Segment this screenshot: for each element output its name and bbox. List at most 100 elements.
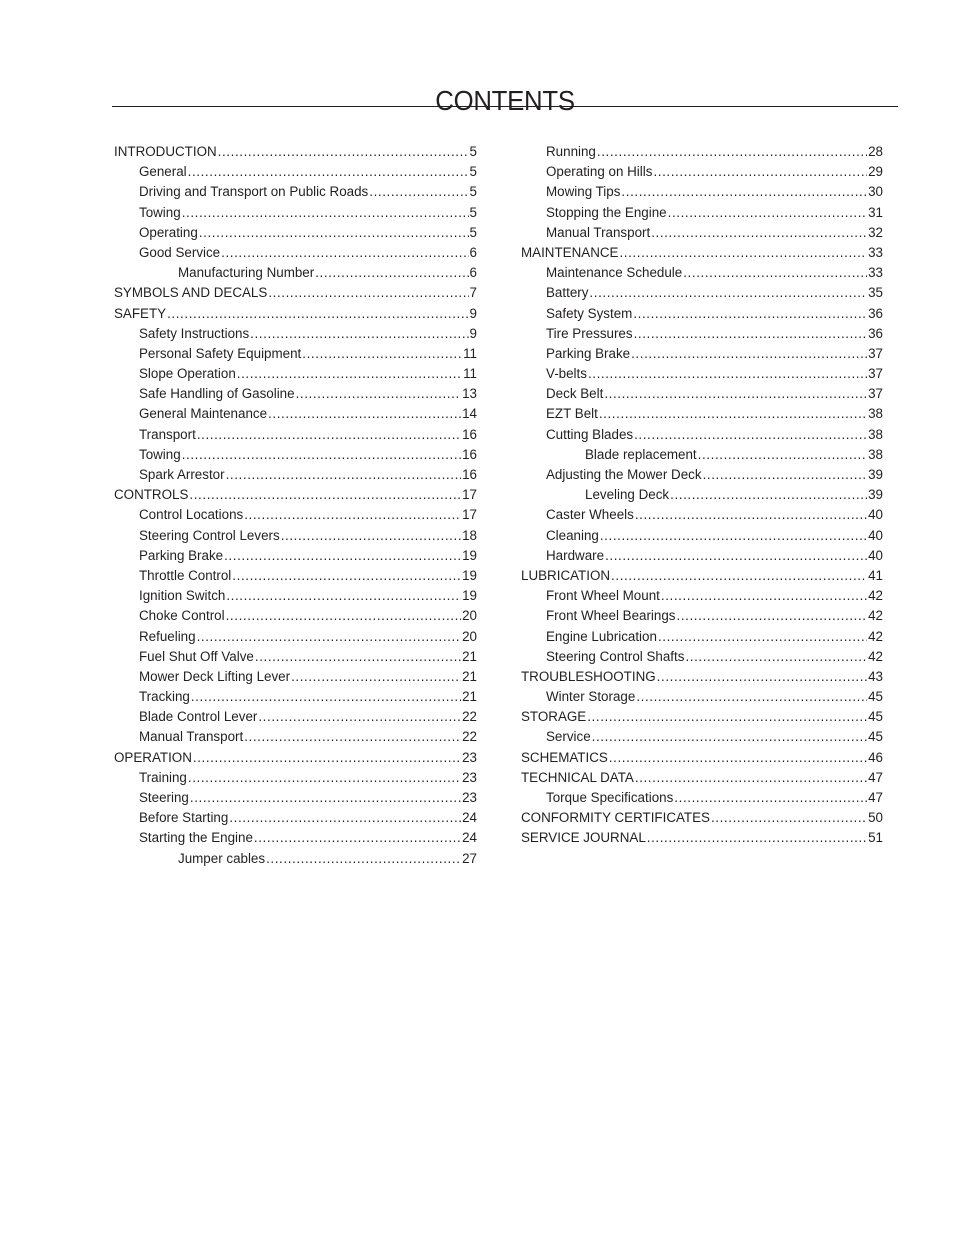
dot-leader	[651, 223, 867, 243]
toc-subsection-entry[interactable]: Blade Control Lever 22	[114, 707, 477, 727]
toc-subsection-entry[interactable]: Safety Instructions 9	[114, 324, 477, 344]
dot-leader	[634, 425, 867, 445]
toc-section-entry[interactable]: CONTROLS 17	[114, 485, 477, 505]
dot-leader	[255, 647, 461, 667]
toc-subsection-entry[interactable]: Jumper cables 27	[114, 849, 477, 869]
toc-subsection-entry[interactable]: Operating on Hills 29	[521, 162, 883, 182]
toc-subsection-entry[interactable]: Deck Belt 37	[521, 384, 883, 404]
toc-subsection-entry[interactable]: Manual Transport 32	[521, 223, 883, 243]
toc-subsection-entry[interactable]: Safe Handling of Gasoline 13	[114, 384, 477, 404]
toc-subsection-entry[interactable]: Ignition Switch 19	[114, 586, 477, 606]
toc-subsection-entry[interactable]: Mower Deck Lifting Lever 21	[114, 667, 477, 687]
toc-subsection-entry[interactable]: Leveling Deck 39	[521, 485, 883, 505]
toc-subsection-entry[interactable]: Driving and Transport on Public Roads 5	[114, 182, 477, 202]
dot-leader	[268, 283, 468, 303]
toc-subsection-entry[interactable]: Operating 5	[114, 223, 477, 243]
toc-subsection-entry[interactable]: Service 45	[521, 727, 883, 747]
toc-section-entry[interactable]: OPERATION 23	[114, 748, 477, 768]
toc-subsection-entry[interactable]: General 5	[114, 162, 477, 182]
toc-subsection-entry[interactable]: Stopping the Engine 31	[521, 203, 883, 223]
toc-subsection-entry[interactable]: Front Wheel Bearings 42	[521, 606, 883, 626]
toc-subsection-entry[interactable]: Towing 16	[114, 445, 477, 465]
toc-section-entry[interactable]: SYMBOLS AND DECALS 7	[114, 283, 477, 303]
toc-subsection-entry[interactable]: V-belts 37	[521, 364, 883, 384]
toc-section-entry[interactable]: SERVICE JOURNAL 51	[521, 828, 883, 848]
toc-subsection-entry[interactable]: Parking Brake 37	[521, 344, 883, 364]
toc-entry-label: Transport	[139, 426, 196, 442]
dot-leader	[657, 667, 867, 687]
toc-subsection-entry[interactable]: Slope Operation 11	[114, 364, 477, 384]
toc-section-entry[interactable]: TROUBLESHOOTING 43	[521, 667, 883, 687]
toc-subsection-entry[interactable]: Good Service 6	[114, 243, 477, 263]
toc-subsection-entry[interactable]: Throttle Control 19	[114, 566, 477, 586]
toc-page-number: 9	[469, 305, 477, 321]
toc-entry-label: Front Wheel Bearings	[546, 608, 676, 624]
toc-subsection-entry[interactable]: Mowing Tips 30	[521, 182, 883, 202]
toc-subsection-entry[interactable]: Steering Control Levers 18	[114, 526, 477, 546]
toc-column-right: Running 28 Operating on Hills 29 Mowing Tips…	[521, 142, 883, 849]
toc-page-number: 42	[868, 588, 883, 604]
dot-leader	[244, 505, 461, 525]
toc-subsection-entry[interactable]: Transport 16	[114, 425, 477, 445]
toc-subsection-entry[interactable]: Front Wheel Mount 42	[521, 586, 883, 606]
toc-subsection-entry[interactable]: Tracking 21	[114, 687, 477, 707]
toc-subsection-entry[interactable]: Starting the Engine 24	[114, 828, 477, 848]
toc-section-entry[interactable]: SCHEMATICS 46	[521, 748, 883, 768]
toc-subsection-entry[interactable]: Cleaning 40	[521, 526, 883, 546]
toc-subsection-entry[interactable]: Torque Specifications 47	[521, 788, 883, 808]
toc-subsection-entry[interactable]: Training 23	[114, 768, 477, 788]
toc-entry-label: INTRODUCTION	[114, 144, 217, 159]
toc-subsection-entry[interactable]: Manual Transport 22	[114, 727, 477, 747]
toc-subsection-entry[interactable]: Cutting Blades 38	[521, 425, 883, 445]
dot-leader	[587, 707, 867, 727]
toc-subsection-entry[interactable]: Hardware 40	[521, 546, 883, 566]
toc-section-entry[interactable]: STORAGE 45	[521, 707, 883, 727]
toc-section-entry[interactable]: LUBRICATION 41	[521, 566, 883, 586]
toc-subsection-entry[interactable]: Winter Storage 45	[521, 687, 883, 707]
toc-page-number: 27	[462, 850, 477, 866]
toc-subsection-entry[interactable]: Fuel Shut Off Valve 21	[114, 647, 477, 667]
toc-entry-label: Training	[139, 769, 187, 785]
toc-page-number: 21	[462, 689, 477, 705]
toc-subsection-entry[interactable]: Manufacturing Number 6	[114, 263, 477, 283]
toc-section-entry[interactable]: TECHNICAL DATA 47	[521, 768, 883, 788]
toc-subsection-entry[interactable]: Control Locations 17	[114, 505, 477, 525]
toc-section-entry[interactable]: SAFETY 9	[114, 304, 477, 324]
toc-page-number: 39	[868, 487, 883, 503]
toc-subsection-entry[interactable]: Running 28	[521, 142, 883, 162]
toc-subsection-entry[interactable]: Parking Brake 19	[114, 546, 477, 566]
toc-subsection-entry[interactable]: Steering 23	[114, 788, 477, 808]
toc-page-number: 19	[462, 588, 477, 604]
toc-entry-label: Slope Operation	[139, 366, 236, 382]
toc-subsection-entry[interactable]: Adjusting the Mower Deck 39	[521, 465, 883, 485]
toc-subsection-entry[interactable]: Blade replacement 38	[521, 445, 883, 465]
toc-entry-label: Stopping the Engine	[546, 204, 667, 220]
dot-leader	[647, 828, 867, 848]
toc-section-entry[interactable]: CONFORMITY CERTIFICATES 50	[521, 808, 883, 828]
toc-subsection-entry[interactable]: Battery 35	[521, 283, 883, 303]
toc-subsection-entry[interactable]: Before Starting 24	[114, 808, 477, 828]
toc-subsection-entry[interactable]: Towing 5	[114, 203, 477, 223]
toc-subsection-entry[interactable]: Maintenance Schedule 33	[521, 263, 883, 283]
toc-subsection-entry[interactable]: Caster Wheels 40	[521, 505, 883, 525]
toc-subsection-entry[interactable]: Spark Arrestor 16	[114, 465, 477, 485]
toc-subsection-entry[interactable]: EZT Belt 38	[521, 404, 883, 424]
toc-subsection-entry[interactable]: Personal Safety Equipment 11	[114, 344, 477, 364]
toc-entry-label: Torque Specifications	[546, 790, 674, 805]
toc-section-entry[interactable]: MAINTENANCE 33	[521, 243, 883, 263]
toc-subsection-entry[interactable]: General Maintenance 14	[114, 404, 477, 424]
toc-entry-label: Safe Handling of Gasoline	[139, 386, 295, 402]
toc-entry-label: Mowing Tips	[546, 184, 621, 200]
toc-page-number: 5	[469, 204, 477, 220]
dot-leader	[226, 606, 461, 626]
toc-entry-label: Parking Brake	[546, 345, 631, 361]
toc-subsection-entry[interactable]: Safety System 36	[521, 304, 883, 324]
toc-subsection-entry[interactable]: Refueling 20	[114, 627, 477, 647]
toc-entry-label: General	[139, 164, 187, 180]
toc-subsection-entry[interactable]: Tire Pressures 36	[521, 324, 883, 344]
toc-section-entry[interactable]: INTRODUCTION 5	[114, 142, 477, 162]
toc-subsection-entry[interactable]: Choke Control 20	[114, 606, 477, 626]
toc-subsection-entry[interactable]: Engine Lubrication 42	[521, 627, 883, 647]
toc-entry-label: Battery	[546, 285, 589, 301]
toc-subsection-entry[interactable]: Steering Control Shafts 42	[521, 647, 883, 667]
